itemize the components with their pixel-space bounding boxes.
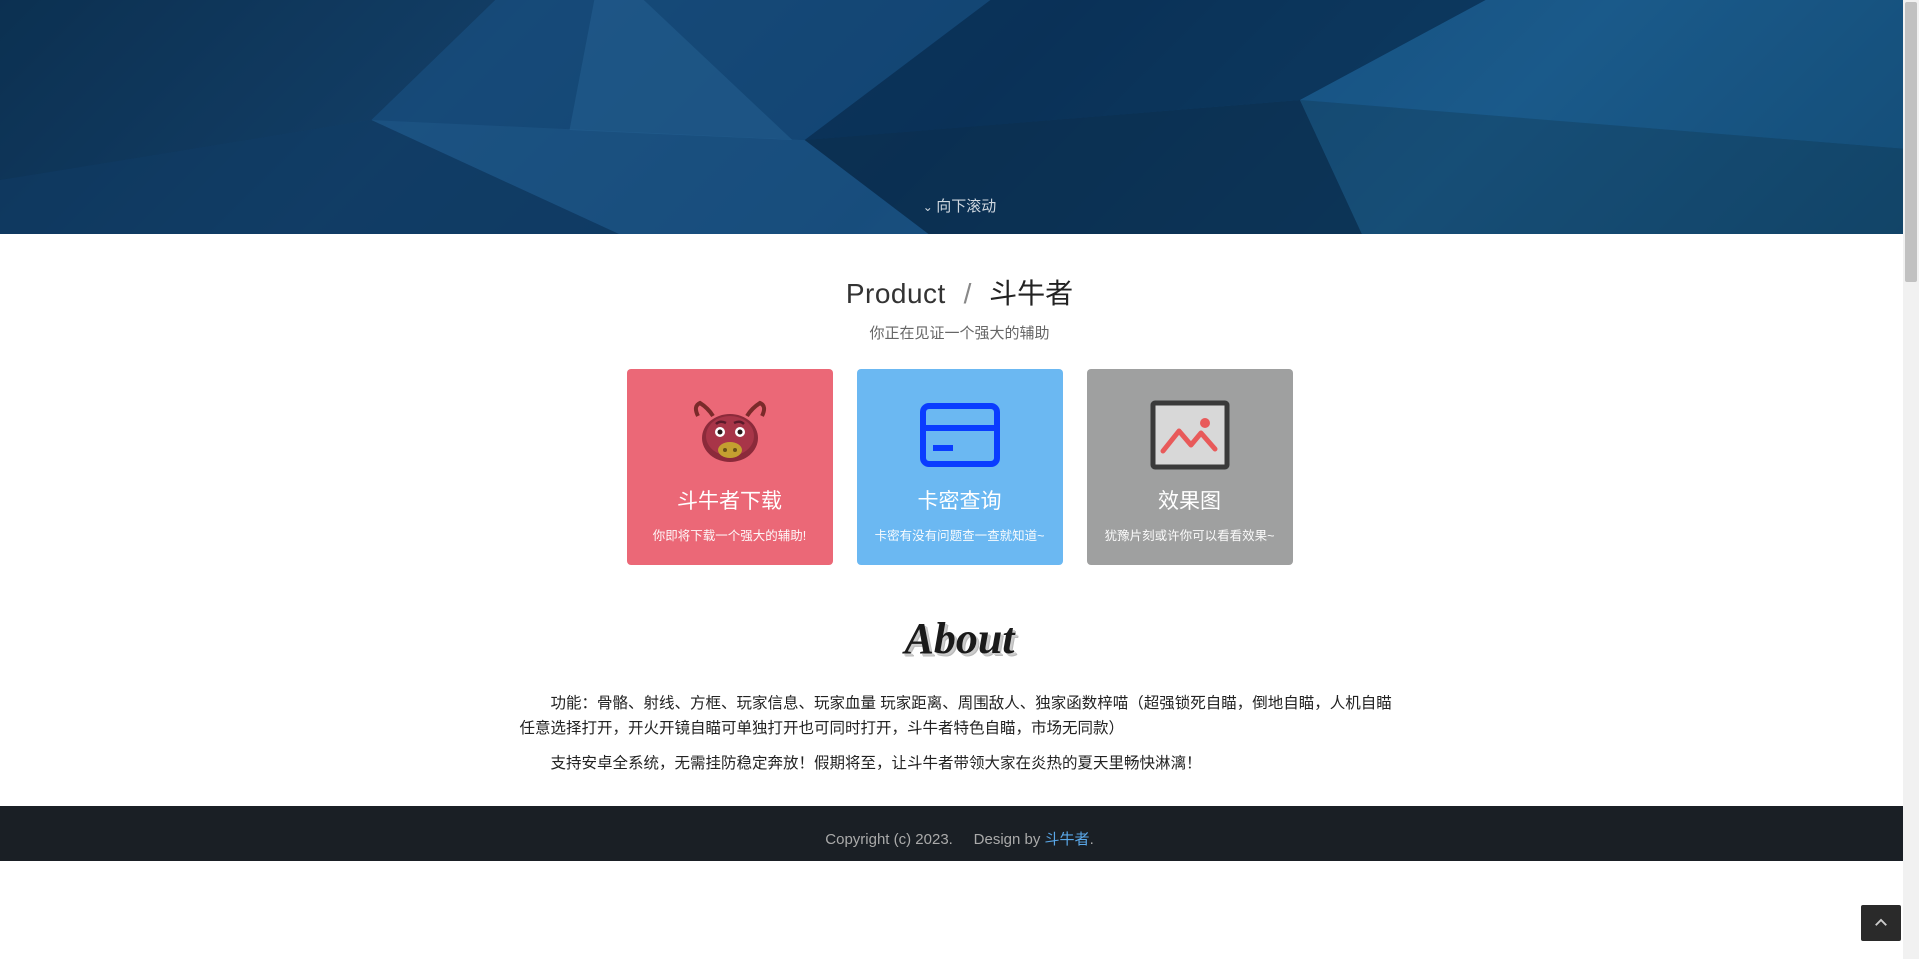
- back-to-top-button[interactable]: [1861, 905, 1901, 941]
- title-cn: 斗牛者: [989, 278, 1073, 309]
- card-title: 效果图: [1087, 485, 1293, 515]
- card-title: 斗牛者下载: [627, 485, 833, 515]
- product-subtitle: 你正在见证一个强大的辅助: [0, 322, 1919, 343]
- scrollbar[interactable]: [1903, 0, 1919, 959]
- about-heading: About: [520, 613, 1400, 664]
- card-desc: 你即将下载一个强大的辅助!: [627, 525, 833, 544]
- scroll-down-hint[interactable]: 向下滚动: [923, 195, 996, 216]
- card-title: 卡密查询: [857, 485, 1063, 515]
- card-screenshots[interactable]: 效果图 犹豫片刻或许你可以看看效果~: [1087, 369, 1293, 565]
- card-icon: [857, 393, 1063, 477]
- image-icon: [1087, 393, 1293, 477]
- footer-copyright: Copyright (c) 2023.: [825, 831, 953, 848]
- card-download[interactable]: 斗牛者下载 你即将下载一个强大的辅助!: [627, 369, 833, 565]
- about-paragraph-1: 功能：骨骼、射线、方框、玩家信息、玩家血量 玩家距离、周围敌人、独家函数梓喵（超…: [520, 692, 1400, 742]
- title-separator: /: [964, 278, 972, 309]
- title-en: Product: [846, 278, 946, 309]
- hero-banner: 向下滚动: [0, 0, 1919, 234]
- scrollbar-thumb[interactable]: [1905, 2, 1917, 282]
- footer: Copyright (c) 2023. Design by 斗牛者.: [0, 806, 1919, 861]
- footer-design-link[interactable]: 斗牛者: [1045, 831, 1090, 848]
- bull-icon: [627, 393, 833, 477]
- footer-design-label: Design by: [974, 831, 1045, 848]
- chevron-up-icon: [1872, 914, 1890, 932]
- card-desc: 卡密有没有问题查一查就知道~: [857, 525, 1063, 544]
- footer-period: .: [1090, 831, 1094, 848]
- product-cards: 斗牛者下载 你即将下载一个强大的辅助! 卡密查询 卡密有没有问题查一查就知道~ …: [0, 369, 1919, 565]
- card-desc: 犹豫片刻或许你可以看看效果~: [1087, 525, 1293, 544]
- product-section-title: Product / 斗牛者: [0, 272, 1919, 312]
- card-query[interactable]: 卡密查询 卡密有没有问题查一查就知道~: [857, 369, 1063, 565]
- about-paragraph-2: 支持安卓全系统，无需挂防稳定奔放！假期将至，让斗牛者带领大家在炎热的夏天里畅快淋…: [520, 752, 1400, 777]
- about-section: About 功能：骨骼、射线、方框、玩家信息、玩家血量 玩家距离、周围敌人、独家…: [500, 613, 1420, 776]
